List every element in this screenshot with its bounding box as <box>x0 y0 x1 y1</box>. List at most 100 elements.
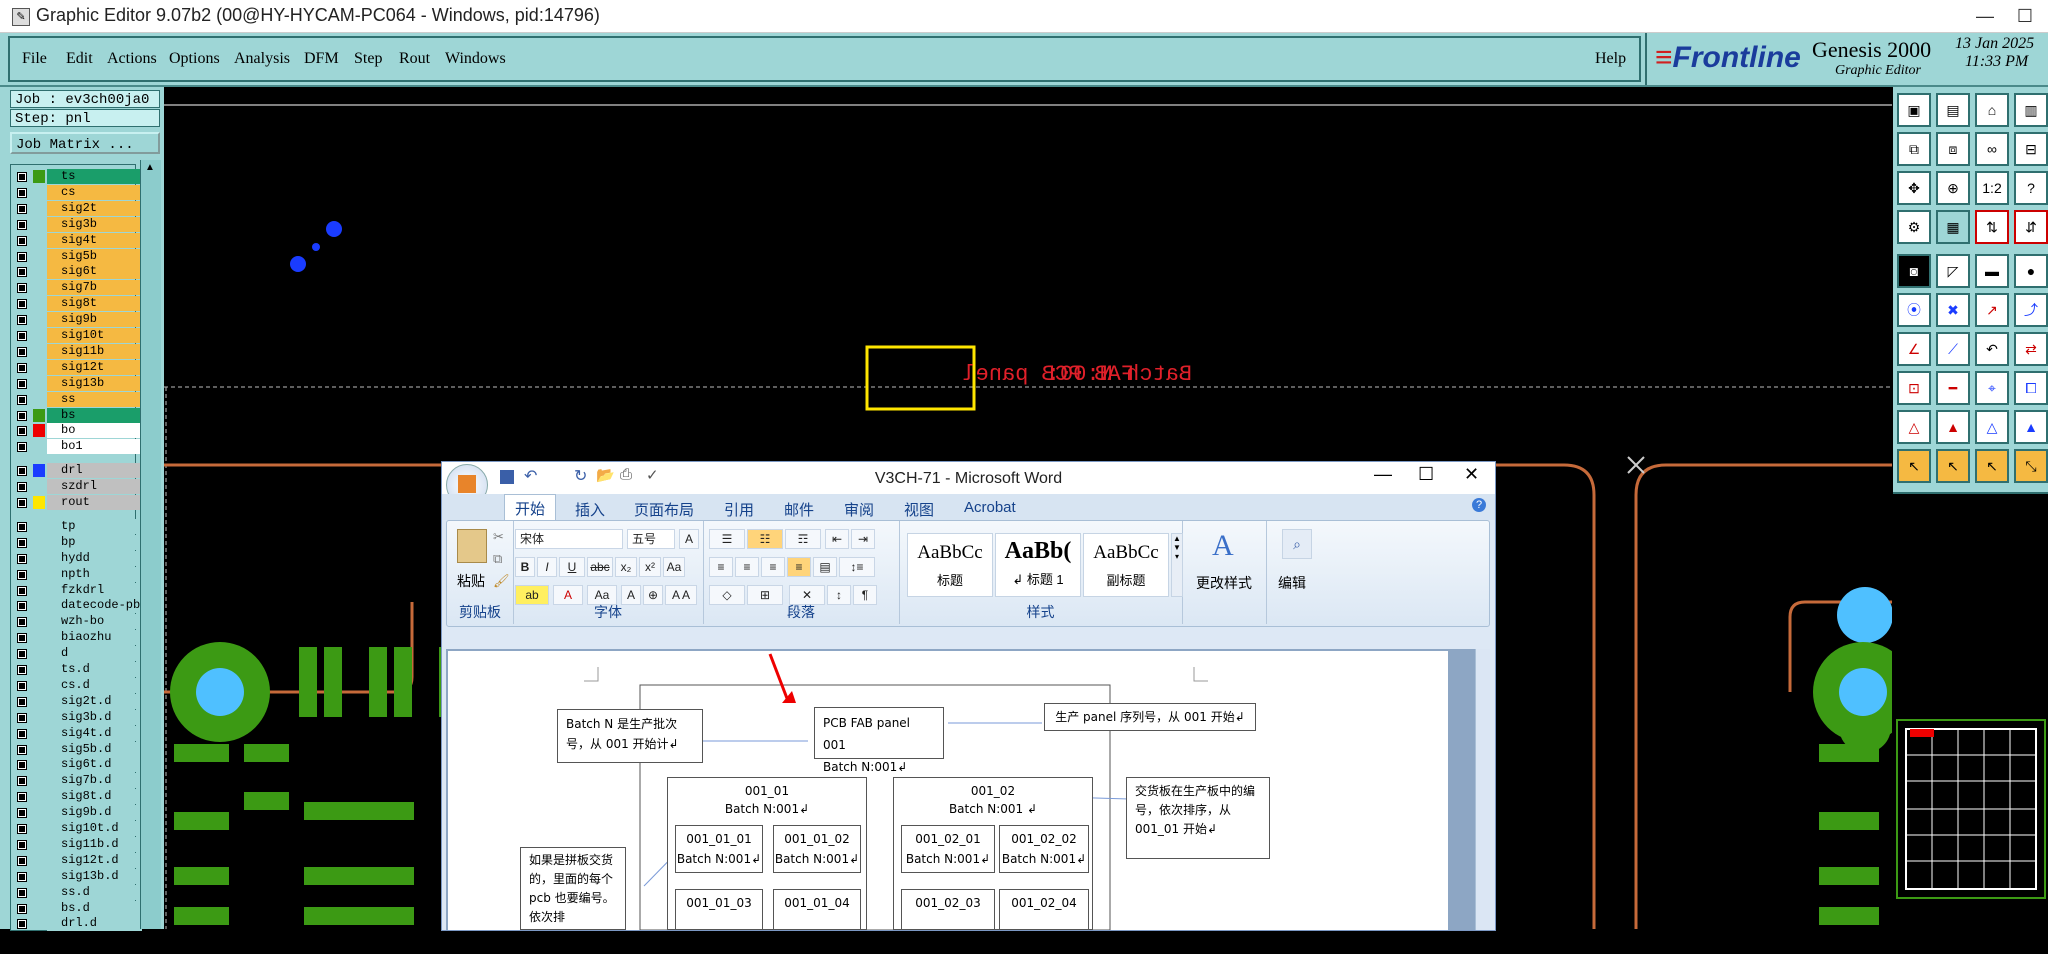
layer-name[interactable]: sig4t.d <box>47 725 142 741</box>
line-spacing-button[interactable]: ↕≡ <box>839 557 875 577</box>
font-size-select[interactable]: 五号 <box>627 529 675 549</box>
toolbar-copy-icon[interactable]: ⧉ <box>1897 132 1931 166</box>
layer-row[interactable]: sig5b.d <box>11 741 142 757</box>
layer-name[interactable]: bp <box>47 534 142 550</box>
print-icon[interactable]: ⎙ <box>620 466 632 483</box>
layer-row[interactable]: sig13b <box>11 375 142 391</box>
toolbar-circle-icon[interactable]: ● <box>2014 254 2048 288</box>
layer-row[interactable]: wzh-bo <box>11 614 142 630</box>
layer-row[interactable]: cs <box>11 184 142 200</box>
layer-name[interactable]: drl <box>47 463 142 479</box>
toolbar-triangle4-icon[interactable]: ▲ <box>2014 410 2048 444</box>
layer-color-swatch[interactable] <box>33 774 45 787</box>
toolbar-select-icon[interactable]: ⊡ <box>1897 371 1931 405</box>
layer-color-swatch[interactable] <box>33 520 45 533</box>
layer-row[interactable]: sig13b.d <box>11 868 142 884</box>
layer-name[interactable]: cs <box>47 184 142 200</box>
layer-row[interactable]: bs.d <box>11 900 142 916</box>
layer-name[interactable]: sig11b.d <box>47 836 142 852</box>
layer-row[interactable]: ts.d <box>11 662 142 677</box>
document-page[interactable]: Batch N 是生产批次号，从 001 开始计↲ PCB FAB panel … <box>448 651 1448 930</box>
format-painter-icon[interactable]: 🖌 <box>493 573 510 589</box>
tab-layout[interactable]: 页面布局 <box>634 499 694 520</box>
toolbar-scale-icon[interactable]: 1:2 <box>1975 171 2009 205</box>
layer-row[interactable]: sig3b <box>11 216 142 232</box>
menu-help-label[interactable]: Help <box>1595 50 1626 68</box>
copy-icon[interactable]: ⧉ <box>493 551 502 567</box>
layer-name[interactable]: sig11b <box>47 343 142 359</box>
toolbar-target-icon[interactable]: ⌖ <box>1975 371 2009 405</box>
multilevel-list-button[interactable]: ☶ <box>785 529 821 549</box>
numbering-button[interactable]: ☷ <box>747 529 783 549</box>
layer-name[interactable]: sig2t.d <box>47 693 142 709</box>
layer-color-swatch[interactable] <box>33 902 45 915</box>
layer-color-swatch[interactable] <box>33 440 45 453</box>
increase-indent-button[interactable]: ⇥ <box>851 529 875 549</box>
layer-color-swatch[interactable] <box>33 170 45 183</box>
layer-color-swatch[interactable] <box>33 838 45 851</box>
layer-name[interactable]: sig7b.d <box>47 773 142 789</box>
decrease-indent-button[interactable]: ⇤ <box>825 529 849 549</box>
layer-color-swatch[interactable] <box>33 599 45 612</box>
toolbar-home-icon[interactable]: ⌂ <box>1975 93 2009 127</box>
mini-map[interactable] <box>1896 719 2046 899</box>
toolbar-zoom-icon[interactable]: ⊕ <box>1936 171 1970 205</box>
toolbar-route-icon[interactable]: ↗ <box>1975 293 2009 327</box>
toolbar-fit-icon[interactable]: ✥ <box>1897 171 1931 205</box>
toolbar-cross-icon[interactable]: ✖ <box>1936 293 1970 327</box>
layer-name[interactable]: ts <box>47 169 142 184</box>
layer-name[interactable]: sig10t <box>47 328 142 343</box>
job-matrix-button[interactable]: Job Matrix ... <box>10 132 160 154</box>
layer-name[interactable]: sig12t <box>47 359 142 375</box>
layer-name[interactable]: hydd <box>47 550 142 566</box>
layer-name[interactable]: cs.d <box>47 677 142 693</box>
spell-icon[interactable]: ✓ <box>646 466 659 484</box>
toolbar-snap-icon[interactable]: ⇅ <box>1975 210 2009 244</box>
layer-row[interactable]: datecode-pbo <box>11 598 142 614</box>
layer-color-swatch[interactable] <box>33 480 45 493</box>
layer-name[interactable]: sig5b <box>47 248 142 264</box>
layer-color-swatch[interactable] <box>33 806 45 819</box>
layer-name[interactable]: drl.d <box>47 916 142 932</box>
layer-color-swatch[interactable] <box>33 743 45 756</box>
layer-row[interactable]: sig2t <box>11 200 142 216</box>
layer-name[interactable]: szdrl <box>47 479 142 495</box>
layer-color-swatch[interactable] <box>33 250 45 263</box>
toolbar-triangle2-icon[interactable]: ▲ <box>1936 410 1970 444</box>
underline-button[interactable]: U <box>559 557 585 577</box>
layer-row[interactable]: szdrl <box>11 479 142 495</box>
layer-color-swatch[interactable] <box>33 234 45 247</box>
layer-row[interactable]: npth <box>11 566 142 582</box>
layer-color-swatch[interactable] <box>33 464 45 478</box>
layer-row[interactable]: sig4t <box>11 232 142 248</box>
toolbar-tools-icon[interactable]: ⚙ <box>1897 210 1931 244</box>
align-center-button[interactable]: ≡ <box>735 557 759 577</box>
menu-step[interactable]: Step <box>354 50 382 68</box>
toolbar-group-icon[interactable]: ⧠ <box>2014 371 2048 405</box>
layer-color-swatch[interactable] <box>33 329 45 342</box>
layer-row[interactable]: sig9b <box>11 312 142 328</box>
layer-name[interactable]: sig7b <box>47 280 142 296</box>
tab-home[interactable]: 开始 <box>504 494 557 522</box>
tab-review[interactable]: 审阅 <box>844 499 874 520</box>
layer-color-swatch[interactable] <box>33 711 45 724</box>
toolbar-grid-icon[interactable]: ▦ <box>1936 210 1970 244</box>
menu-actions[interactable]: Actions <box>107 50 157 68</box>
layer-color-swatch[interactable] <box>33 727 45 740</box>
tab-insert[interactable]: 插入 <box>575 499 605 520</box>
layer-name[interactable]: ts.d <box>47 662 142 677</box>
redo-icon[interactable]: ↻ <box>574 466 587 486</box>
layer-name[interactable]: bs <box>47 407 142 423</box>
layer-row[interactable]: sig7b.d <box>11 773 142 789</box>
toolbar-save-icon[interactable]: ▤ <box>1936 93 1970 127</box>
style-tile-heading[interactable]: AaBbCc 标题 <box>907 533 993 597</box>
toolbar-angle-icon[interactable]: ∠ <box>1897 332 1931 366</box>
toolbar-open-icon[interactable]: ▣ <box>1897 93 1931 127</box>
layer-name[interactable]: sig8t <box>47 296 142 312</box>
layer-name[interactable]: bs.d <box>47 900 142 916</box>
menu-windows[interactable]: Windows <box>445 50 506 68</box>
layer-row[interactable]: ss <box>11 391 142 407</box>
tab-references[interactable]: 引用 <box>724 499 754 520</box>
layer-row[interactable]: sig5b <box>11 248 142 264</box>
layer-row[interactable]: sig6t <box>11 264 142 280</box>
